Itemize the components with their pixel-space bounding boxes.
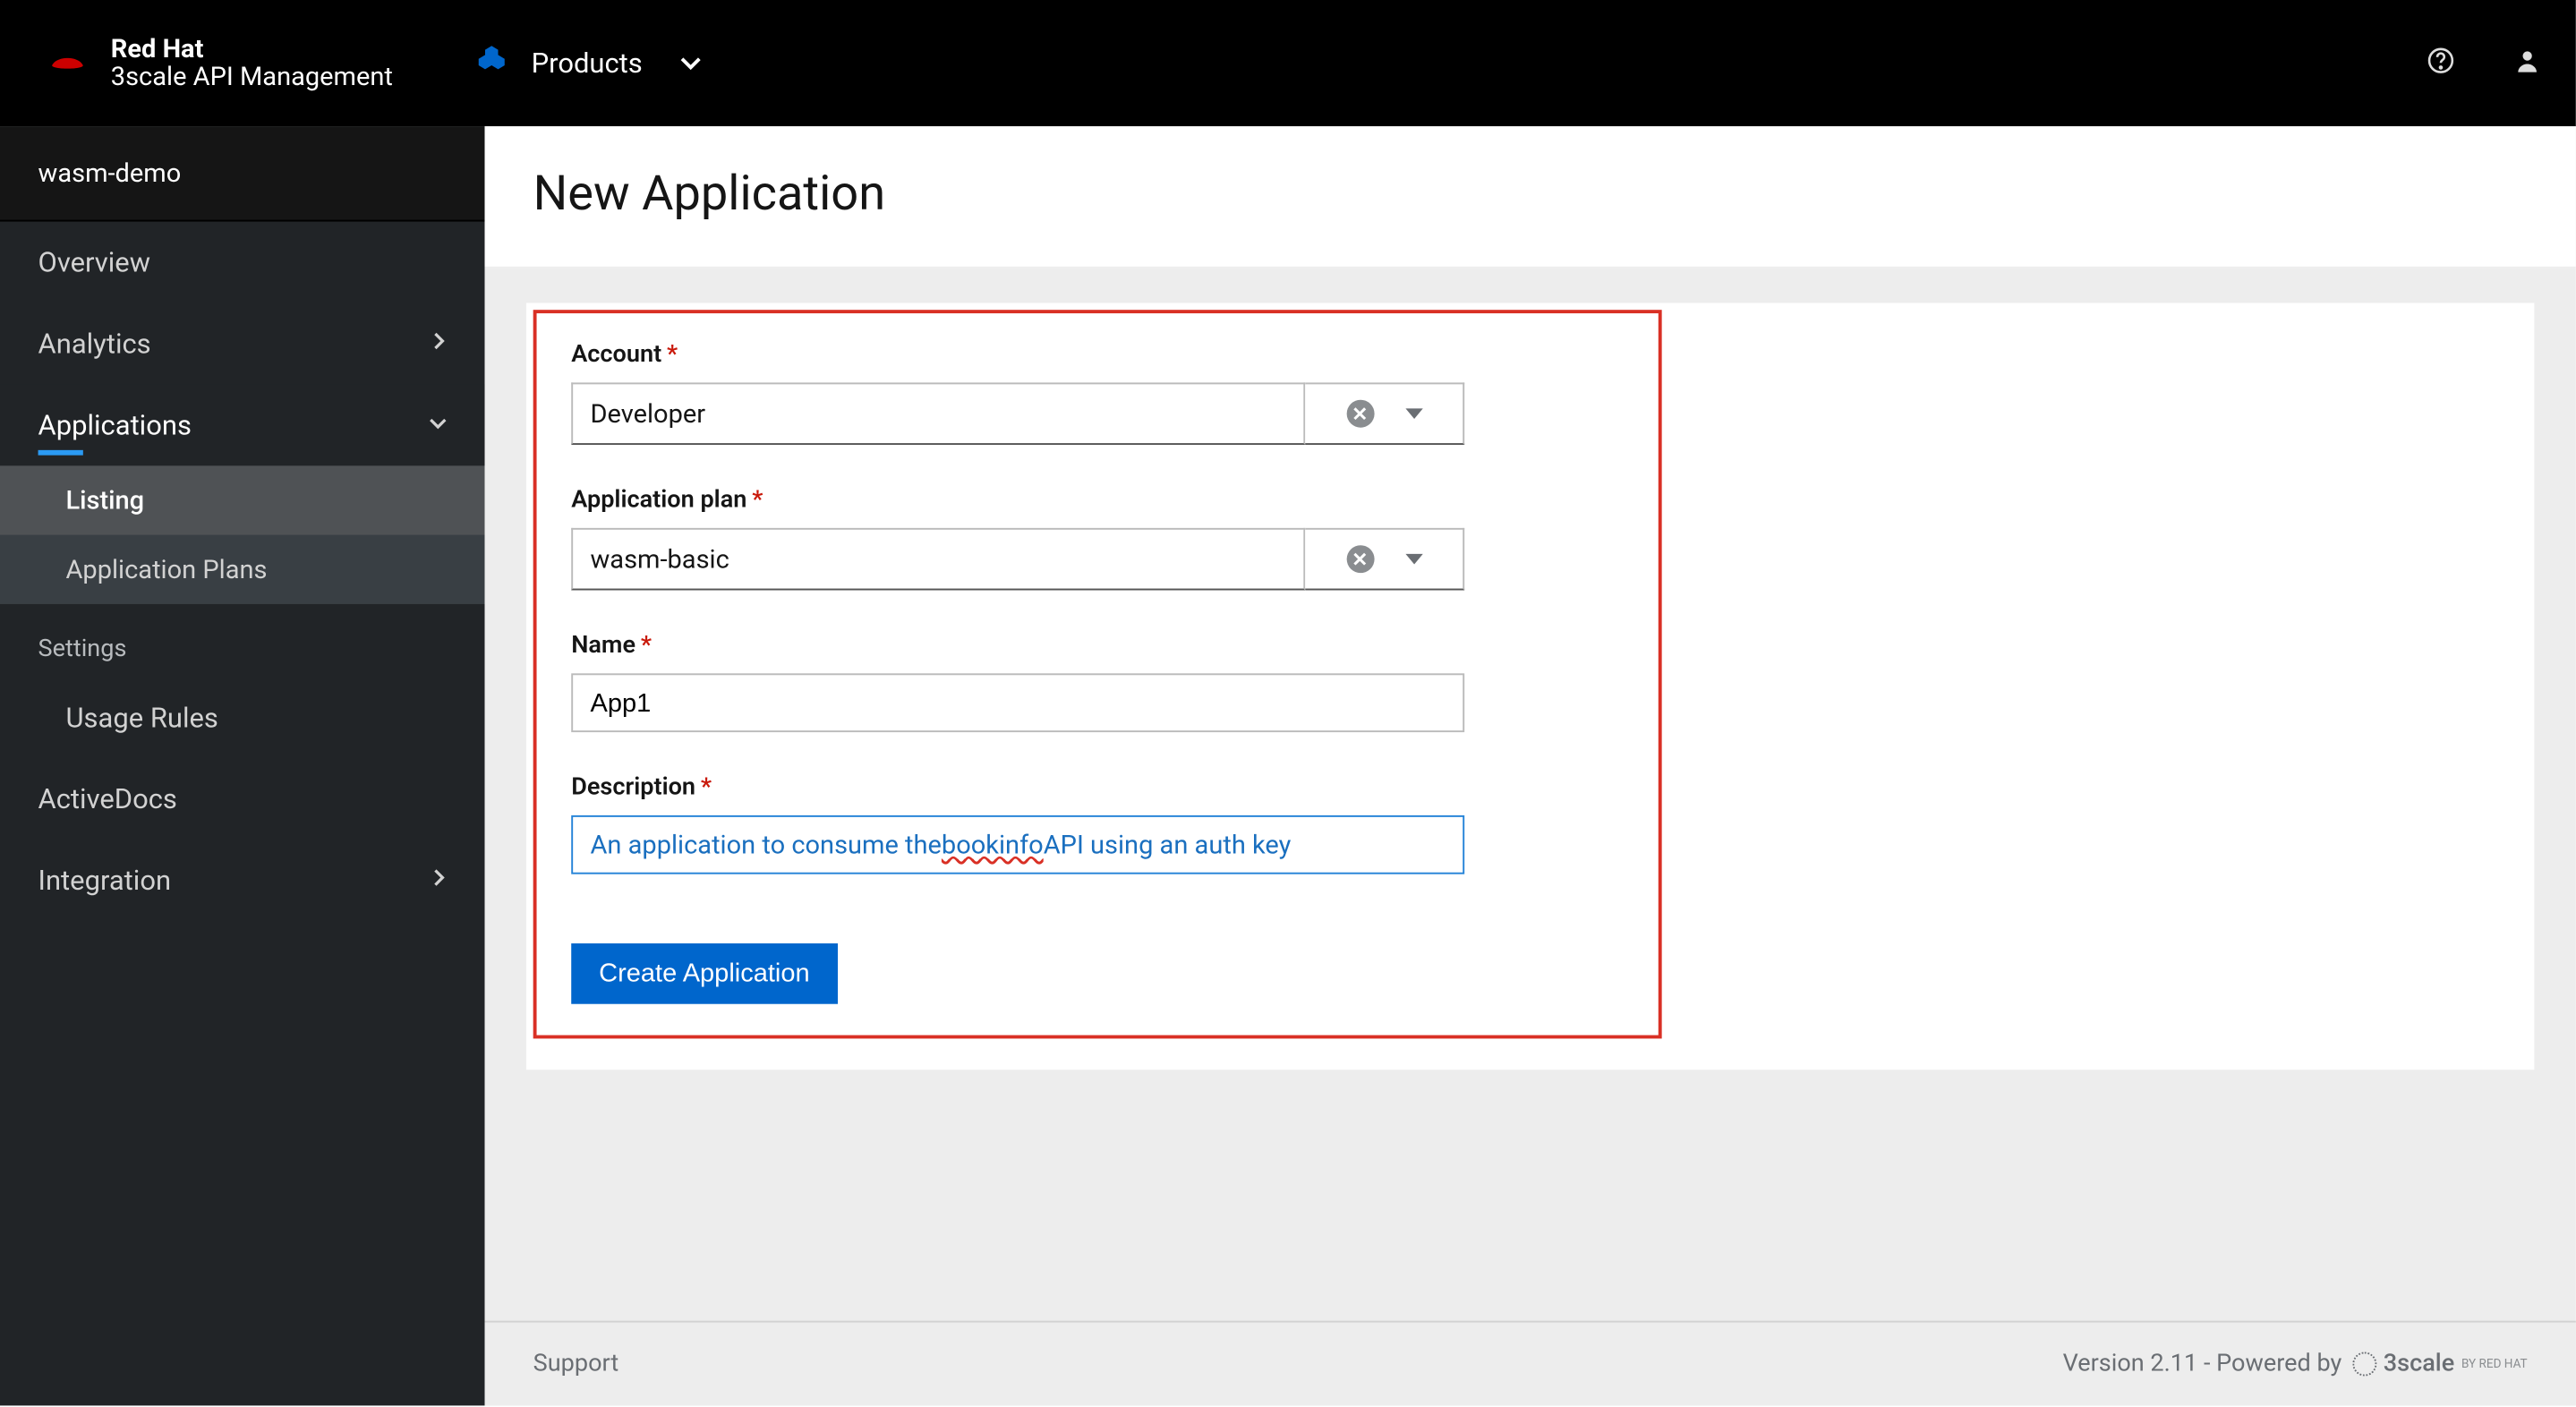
content: Account* Developer ✕ — [485, 269, 2576, 1321]
threescale-byline: BY RED HAT — [2461, 1358, 2528, 1370]
sidebar: wasm-demo Overview Analytics Application… — [0, 126, 485, 1405]
threescale-name: 3scale — [2384, 1351, 2454, 1378]
label-text: Name — [571, 632, 635, 660]
footer-version-text: Version 2.11 - Powered by — [2063, 1351, 2342, 1378]
sidebar-item-integration[interactable]: Integration — [0, 840, 485, 921]
account-select[interactable]: Developer ✕ — [571, 382, 1464, 445]
field-account: Account* Developer ✕ — [571, 341, 1624, 445]
label-text: Application plan — [571, 486, 746, 514]
sidebar-item-label: Analytics — [38, 328, 151, 361]
user-icon[interactable] — [2513, 46, 2541, 81]
name-input[interactable] — [571, 673, 1464, 732]
sidebar-item-usage-rules[interactable]: Usage Rules — [0, 677, 485, 758]
brand: Red Hat 3scale API Management — [45, 36, 393, 90]
sidebar-item-label: ActiveDocs — [38, 782, 177, 815]
description-spell: bookinfo — [942, 829, 1044, 860]
topbar: Red Hat 3scale API Management Products — [0, 0, 2576, 126]
sidebar-item-activedocs[interactable]: ActiveDocs — [0, 758, 485, 840]
threescale-mark-icon — [2352, 1352, 2376, 1376]
label-text: Description — [571, 773, 695, 801]
plan-select-value: wasm-basic — [571, 528, 1305, 591]
chevron-right-icon — [433, 332, 447, 354]
sidebar-item-label: Application Plans — [65, 554, 267, 585]
required-marker: * — [667, 341, 678, 369]
field-description: Description* An application to consume t… — [571, 773, 1624, 874]
footer-support-link[interactable]: Support — [533, 1351, 619, 1378]
description-pre: An application to consume the — [590, 829, 941, 860]
sidebar-item-overview[interactable]: Overview — [0, 222, 485, 303]
required-marker: * — [641, 632, 652, 660]
main: New Application Account* Developer ✕ — [485, 126, 2576, 1405]
footer-version: Version 2.11 - Powered by 3scale BY RED … — [2063, 1351, 2528, 1378]
form-card: Account* Developer ✕ — [526, 303, 2534, 1070]
sidebar-item-label: Listing — [65, 485, 144, 516]
required-marker: * — [752, 486, 763, 514]
label-account: Account* — [571, 341, 1624, 369]
brand-text: Red Hat 3scale API Management — [111, 36, 393, 90]
sidebar-item-label: Integration — [38, 864, 172, 897]
field-plan: Application plan* wasm-basic ✕ — [571, 486, 1624, 590]
form-highlight-box: Account* Developer ✕ — [533, 310, 1662, 1038]
sidebar-heading-settings: Settings — [0, 604, 485, 677]
caret-down-icon[interactable] — [1404, 554, 1421, 565]
sidebar-context: wasm-demo — [0, 126, 485, 221]
sidebar-item-label: Usage Rules — [65, 701, 218, 734]
label-name: Name* — [571, 632, 1624, 660]
topnav-products-label: Products — [532, 47, 643, 80]
plan-select[interactable]: wasm-basic ✕ — [571, 528, 1464, 591]
topnav-products[interactable]: Products — [476, 45, 702, 81]
sidebar-item-analytics[interactable]: Analytics — [0, 303, 485, 384]
page-header: New Application — [485, 126, 2576, 269]
field-name: Name* — [571, 632, 1624, 732]
clear-icon[interactable]: ✕ — [1346, 545, 1374, 573]
caret-down-icon[interactable] — [1404, 408, 1421, 419]
create-application-button[interactable]: Create Application — [571, 943, 837, 1004]
account-select-value: Developer — [571, 382, 1305, 445]
chevron-right-icon — [433, 869, 447, 891]
required-marker: * — [701, 773, 712, 801]
sidebar-item-label: Applications — [38, 408, 192, 441]
account-select-controls: ✕ — [1305, 382, 1464, 445]
threescale-logo: 3scale BY RED HAT — [2352, 1351, 2528, 1378]
help-icon[interactable] — [2427, 46, 2454, 81]
chevron-down-icon — [430, 414, 447, 436]
brand-line2: 3scale API Management — [111, 64, 393, 90]
sidebar-item-applications[interactable]: Applications — [0, 384, 485, 465]
footer: Support Version 2.11 - Powered by 3scale… — [485, 1321, 2576, 1406]
sidebar-applications-submenu: Listing Application Plans — [0, 465, 485, 604]
plan-select-controls: ✕ — [1305, 528, 1464, 591]
description-post: API using an auth key — [1044, 829, 1292, 860]
description-input[interactable]: An application to consume the bookinfo A… — [571, 815, 1464, 874]
sidebar-item-listing[interactable]: Listing — [0, 465, 485, 534]
label-text: Account — [571, 341, 661, 369]
brand-line1: Red Hat — [111, 36, 393, 63]
chevron-down-icon — [680, 51, 701, 75]
page-title: New Application — [533, 165, 2528, 222]
label-description: Description* — [571, 773, 1624, 801]
redhat-logo-icon — [45, 46, 90, 81]
sidebar-item-application-plans[interactable]: Application Plans — [0, 535, 485, 604]
clear-icon[interactable]: ✕ — [1346, 400, 1374, 428]
cubes-icon — [476, 45, 508, 81]
label-plan: Application plan* — [571, 486, 1624, 514]
sidebar-item-label: Overview — [38, 246, 150, 279]
